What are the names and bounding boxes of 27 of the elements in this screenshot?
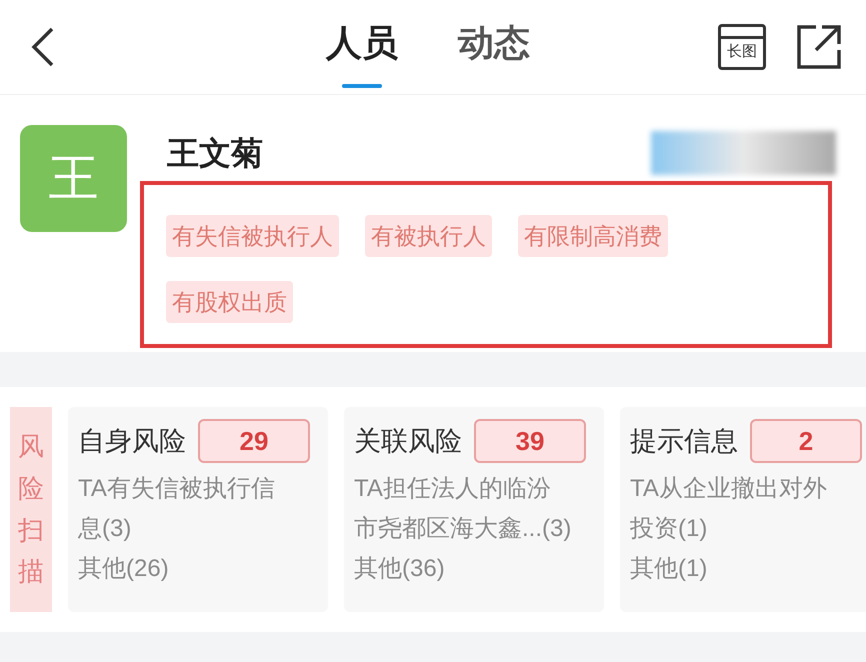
risk-description: TA担任法人的临汾 市尧都区海大鑫...(3) [354, 474, 572, 544]
risk-tag: 有被执行人 [365, 215, 492, 257]
card-title: 自身风险 [78, 424, 186, 458]
card-title: 关联风险 [354, 424, 462, 458]
risk-tag: 有限制高消费 [518, 215, 668, 257]
risk-description: TA有失信被执行信 息(3) [78, 474, 275, 544]
risk-card[interactable]: 自身风险 29 TA有失信被执行信 息(3) 其他(26) [68, 407, 328, 612]
risk-description: TA从企业撤出对外 投资(1) [630, 474, 827, 544]
card-title: 提示信息 [630, 424, 738, 458]
avatar: 王 [20, 125, 127, 232]
other-count: 其他(26) [78, 554, 170, 584]
person-name: 王文菊 [167, 134, 263, 173]
long-image-button[interactable]: 长图 [718, 24, 766, 70]
risk-card[interactable]: 提示信息 2 TA从企业撤出对外 投资(1) 其他(1) [620, 407, 866, 612]
risk-card[interactable]: 关联风险 39 TA担任法人的临汾 市尧都区海大鑫...(3) 其他(36) [344, 407, 604, 612]
other-count: 其他(1) [630, 554, 708, 584]
risk-tag: 有失信被执行人 [166, 215, 339, 257]
share-icon[interactable] [796, 24, 842, 70]
tab[interactable]: 人员 [326, 16, 398, 78]
tab-indicator [342, 84, 382, 88]
tab[interactable]: 动态 [458, 16, 530, 78]
count-badge: 39 [474, 419, 586, 463]
section-label: 风险扫描 [10, 407, 52, 612]
count-badge: 2 [750, 419, 862, 463]
other-count: 其他(36) [354, 554, 446, 584]
count-badge: 29 [198, 419, 310, 463]
risk-tag: 有股权出质 [166, 281, 293, 323]
